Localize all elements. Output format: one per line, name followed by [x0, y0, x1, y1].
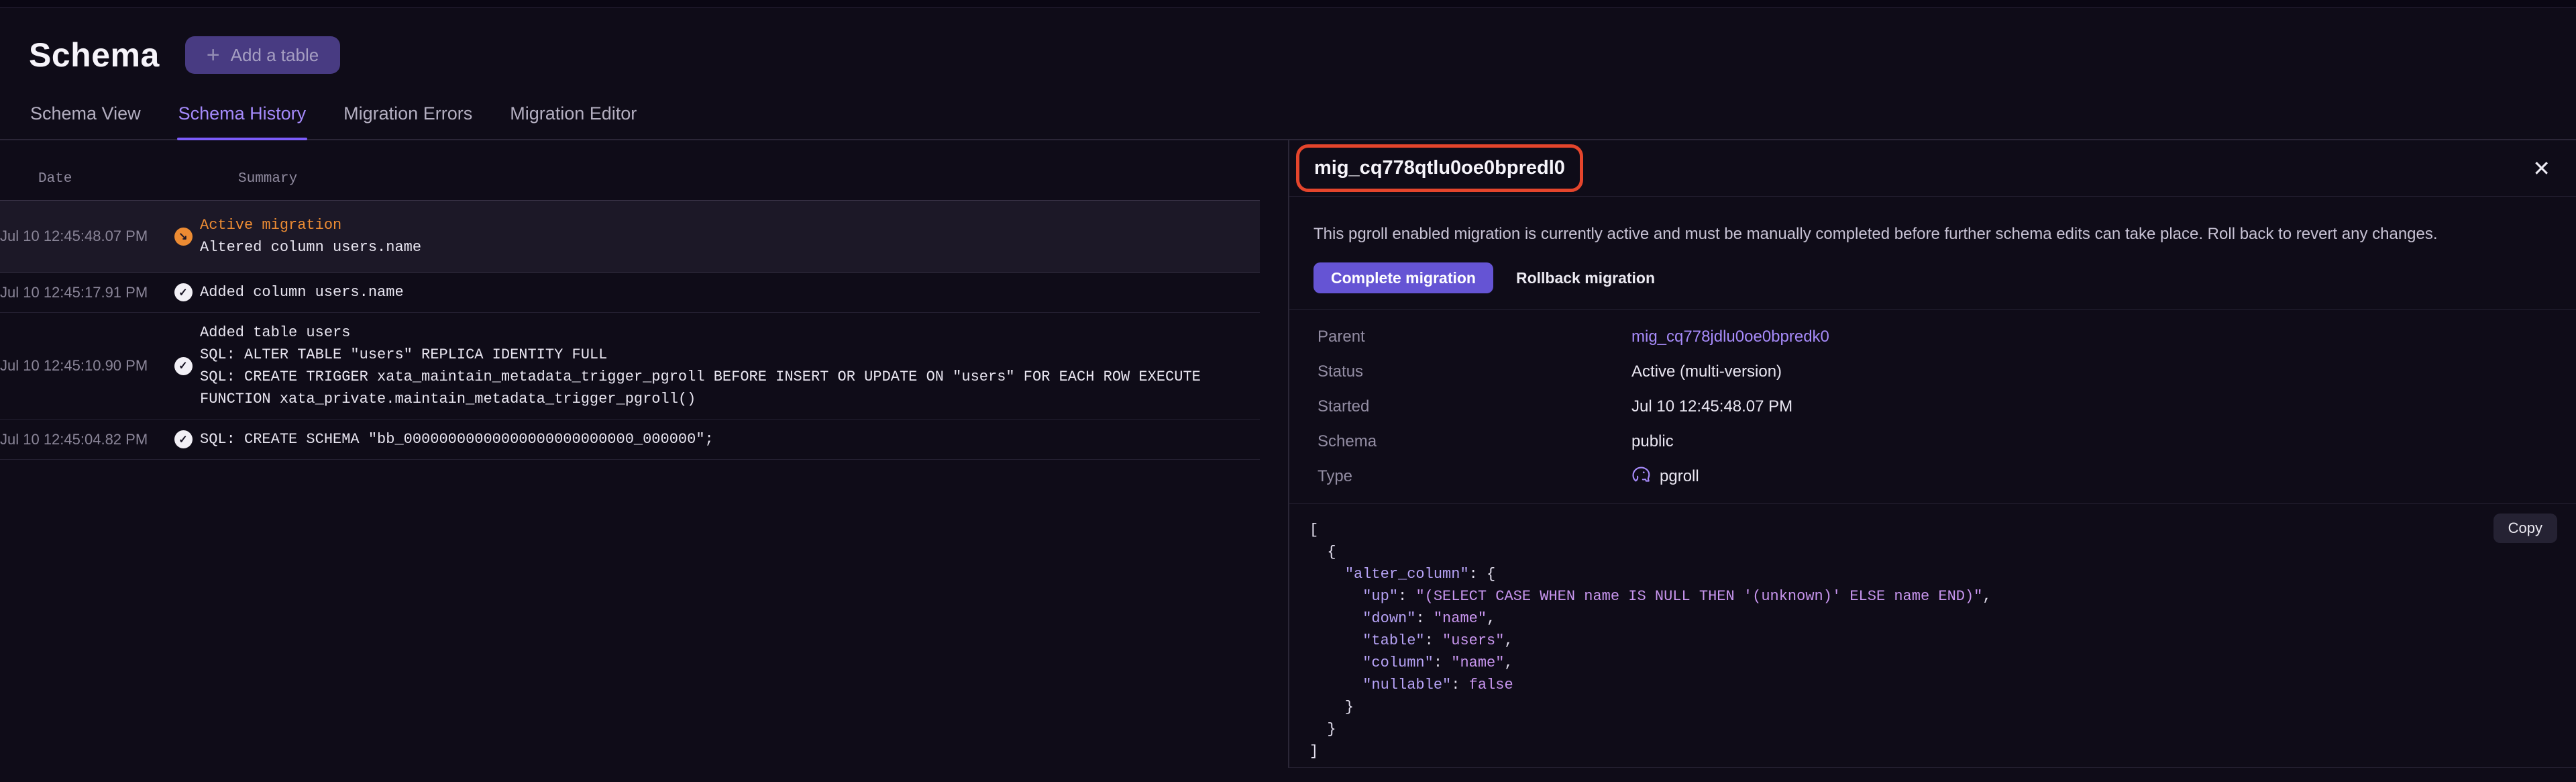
migration-fields: Parent mig_cq778jdlu0oe0bpredk0 Status Acti… [1289, 310, 2576, 504]
field-label: Parent [1318, 328, 1365, 346]
code-line: "alter_column": { [1344, 566, 1496, 583]
pgroll-elephant-icon [1631, 465, 1652, 489]
code-line: "down": "name", [1362, 610, 1496, 627]
tab-migration-editor[interactable]: Migration Editor [508, 103, 638, 139]
active-migration-arrow-icon: ↘ [174, 227, 193, 246]
field-row-status: Status Active (multi-version) [1289, 354, 2576, 389]
table-row[interactable]: Jul 10 12:45:17.91 PM ✓ Added column users… [0, 273, 1260, 313]
tab-schema-view[interactable]: Schema View [29, 103, 142, 139]
plus-icon: + [206, 42, 220, 68]
code-line: } [1309, 721, 1336, 738]
completed-check-icon: ✓ [174, 283, 193, 301]
summary-line: Altered column users.name [200, 239, 422, 256]
migration-history-table: Date Summary Jul 10 12:45:48.07 PM ↘ Activ… [0, 140, 1288, 782]
table-row[interactable]: Jul 10 12:45:04.82 PM ✓ SQL: CREATE SCHEMA… [0, 420, 1260, 460]
table-body: Jul 10 12:45:48.07 PM ↘ Active migration Al… [0, 200, 1260, 460]
field-row-type: Type pgroll [1289, 459, 2576, 494]
code-line: "up": "(SELECT CASE WHEN name IS NULL TH… [1362, 588, 1992, 605]
row-date: Jul 10 12:45:17.91 PM [0, 283, 148, 301]
field-label: Type [1318, 467, 1353, 485]
migration-code-section: Copy [ { "alter_column": { "up": "(SELEC… [1289, 504, 2576, 763]
page-title: Schema [29, 36, 160, 74]
row-date: Jul 10 12:45:04.82 PM [0, 430, 148, 448]
add-table-button[interactable]: + Add a table [184, 36, 341, 74]
code-line: ] [1309, 743, 1319, 760]
field-label: Schema [1318, 432, 1377, 450]
row-summary: SQL: CREATE SCHEMA "bb_00000000000000000… [200, 428, 1260, 450]
field-value-text: pgroll [1660, 467, 1699, 485]
table-row[interactable]: Jul 10 12:45:10.90 PM ✓ Added table users S… [0, 313, 1260, 420]
field-row-schema: Schema public [1289, 424, 2576, 459]
rollback-migration-button[interactable]: Rollback migration [1516, 269, 1655, 287]
migration-json-code: [ { "alter_column": { "up": "(SELECT CAS… [1309, 519, 2556, 763]
code-line: "nullable": false [1362, 677, 1513, 693]
code-line: "table": "users", [1362, 632, 1513, 649]
summary-line: Added table users [200, 324, 351, 341]
row-date: Jul 10 12:45:48.07 PM [0, 228, 148, 244]
page-header: Schema + Add a table [0, 8, 2576, 75]
migration-detail-panel: mig_cq778qtlu0oe0bpredl0 ✕ This pgroll e… [1288, 140, 2576, 768]
migration-actions: Complete migration Rollback migration [1313, 262, 2549, 293]
field-value: public [1631, 432, 1674, 450]
complete-migration-button[interactable]: Complete migration [1313, 262, 1493, 293]
summary-line: SQL: CREATE SCHEMA "bb_00000000000000000… [200, 431, 714, 448]
column-header-date: Date [38, 171, 72, 187]
row-summary: Active migration Altered column users.nam… [200, 214, 1260, 258]
table-header-row: Date Summary [0, 140, 1260, 200]
detail-header: mig_cq778qtlu0oe0bpredl0 ✕ [1289, 140, 2576, 197]
migration-id-highlight: mig_cq778qtlu0oe0bpredl0 [1296, 144, 1583, 192]
row-summary: Added column users.name [200, 281, 1260, 303]
tab-migration-errors[interactable]: Migration Errors [342, 103, 474, 139]
field-row-parent: Parent mig_cq778jdlu0oe0bpredk0 [1289, 320, 2576, 354]
row-summary: Added table users SQL: ALTER TABLE "users… [200, 322, 1260, 410]
main-content: Date Summary Jul 10 12:45:48.07 PM ↘ Activ… [0, 140, 2576, 782]
row-icon-cell: ✓ [166, 356, 200, 375]
close-icon[interactable]: ✕ [2532, 158, 2551, 179]
active-migration-label: Active migration [200, 217, 342, 234]
summary-line: SQL: CREATE TRIGGER xata_maintain_metada… [200, 369, 1201, 407]
add-table-label: Add a table [230, 44, 319, 65]
completed-check-icon: ✓ [174, 356, 193, 375]
copy-button[interactable]: Copy [2493, 514, 2557, 543]
field-value: Jul 10 12:45:48.07 PM [1631, 397, 1793, 416]
window-top-edge [0, 0, 2576, 8]
summary-line: Added column users.name [200, 284, 404, 301]
code-line: } [1309, 699, 1354, 716]
completed-check-icon: ✓ [174, 430, 193, 448]
tab-schema-history[interactable]: Schema History [176, 103, 308, 140]
row-icon-cell: ✓ [166, 283, 200, 301]
row-date: Jul 10 12:45:10.90 PM [0, 357, 148, 374]
parent-migration-link[interactable]: mig_cq778jdlu0oe0bpredk0 [1631, 328, 2576, 346]
row-icon-cell: ↘ [166, 227, 200, 246]
summary-line: SQL: ALTER TABLE "users" REPLICA IDENTIT… [200, 346, 608, 363]
field-row-started: Started Jul 10 12:45:48.07 PM [1289, 389, 2576, 424]
code-line: "column": "name", [1362, 654, 1513, 671]
code-line: { [1309, 544, 1336, 560]
migration-description: This pgroll enabled migration is current… [1313, 225, 2438, 243]
table-row[interactable]: Jul 10 12:45:48.07 PM ↘ Active migration Al… [0, 200, 1260, 273]
field-label: Status [1318, 362, 1364, 381]
schema-tabs: Schema View Schema History Migration Error… [0, 103, 2576, 140]
detail-description-section: This pgroll enabled migration is current… [1289, 197, 2576, 310]
field-label: Started [1318, 397, 1370, 416]
migration-id: mig_cq778qtlu0oe0bpredl0 [1314, 157, 1565, 179]
field-value: Active (multi-version) [1631, 362, 1782, 381]
field-value: pgroll [1631, 465, 2576, 489]
column-header-summary: Summary [238, 171, 298, 187]
row-icon-cell: ✓ [166, 430, 200, 448]
code-line: [ [1309, 522, 1319, 538]
